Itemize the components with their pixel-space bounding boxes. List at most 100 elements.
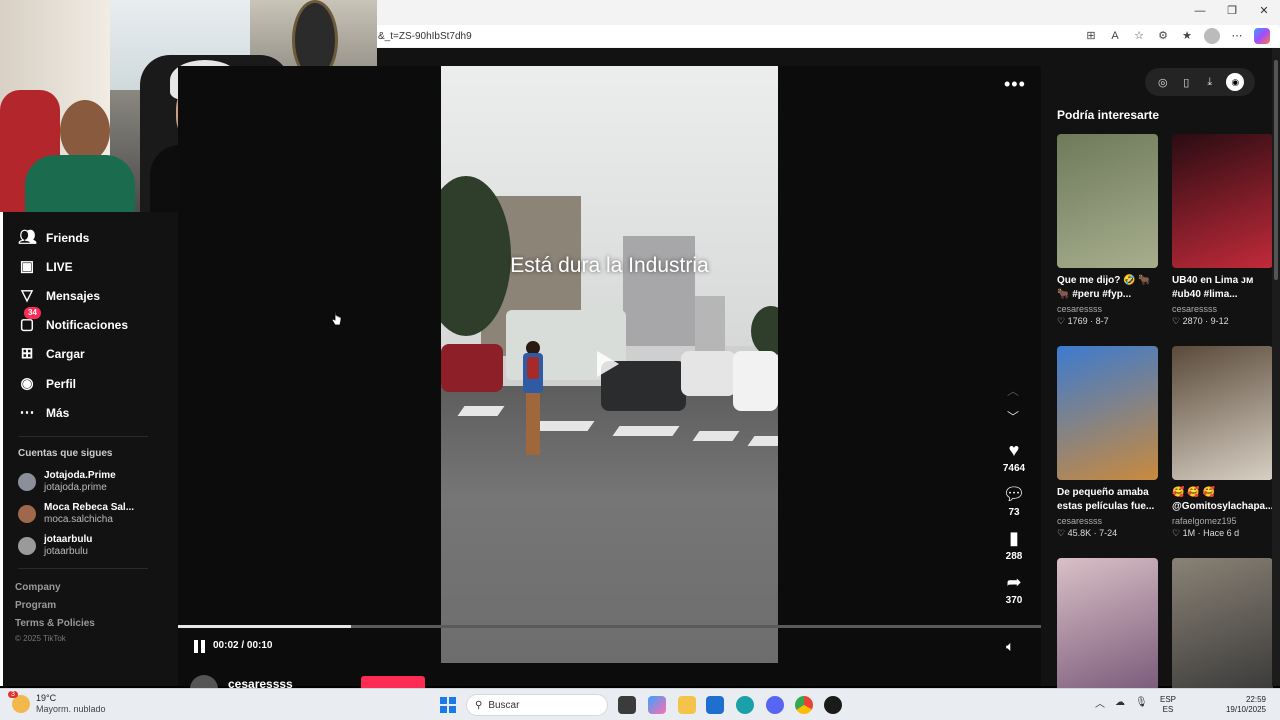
minimize-button[interactable]: — xyxy=(1184,0,1216,22)
share-button[interactable]: ➦ 370 xyxy=(996,571,1032,606)
address-bar[interactable]: &_t=ZS-90hIbSt7dh9 ⊞ A ☆ ⚙ ★ ⋯ xyxy=(370,25,1280,47)
weather-temp: 19°C xyxy=(36,693,57,703)
chrome-icon[interactable] xyxy=(795,696,813,714)
discord-icon[interactable] xyxy=(766,696,784,714)
cloud-icon[interactable]: ☁ xyxy=(1115,697,1125,708)
video-frame[interactable]: Está dura la Industria xyxy=(441,66,778,663)
sidebar-item-notifications[interactable]: ▢ 34 Notificaciones xyxy=(18,307,128,335)
recommendation-author[interactable]: rafaelgomez195 xyxy=(1172,516,1273,526)
app-icon[interactable] xyxy=(824,696,842,714)
windows-start-icon[interactable] xyxy=(440,697,456,713)
sidebar-item-more[interactable]: ⋯ Más xyxy=(18,403,70,423)
video-thumbnail[interactable] xyxy=(1172,558,1273,692)
video-thumbnail[interactable] xyxy=(1172,346,1273,480)
video-thumbnail[interactable] xyxy=(1172,134,1273,268)
edge-icon[interactable] xyxy=(736,696,754,714)
separator-dot: · xyxy=(1202,316,1211,326)
read-aloud-icon[interactable]: A xyxy=(1108,29,1122,43)
recommendation-card[interactable]: 🥰 🥰 🥰 @Gomitosylachapa... rafaelgomez195 ♡… xyxy=(1172,346,1273,539)
profile-avatar[interactable] xyxy=(1204,28,1220,44)
save-count: 288 xyxy=(1005,551,1023,562)
sidebar-item-profile[interactable]: ◉ Perfil xyxy=(18,374,76,394)
play-icon[interactable] xyxy=(597,351,619,377)
recommendation-title[interactable]: De pequeño amaba estas películas fue... xyxy=(1057,486,1158,514)
recommendation-author[interactable]: cesaressss xyxy=(1057,304,1158,314)
sidebar-item-label: Cargar xyxy=(46,347,85,361)
file-explorer-icon[interactable] xyxy=(678,696,696,714)
recommendation-card[interactable]: UB40 en Lima ᴊᴍ #ub40 #lima... cesaressss… xyxy=(1172,134,1273,327)
video-thumbnail[interactable] xyxy=(1057,346,1158,480)
recommendation-card[interactable] xyxy=(1057,558,1158,692)
video-thumbnail[interactable] xyxy=(1057,558,1158,692)
chevron-down-icon[interactable]: ﹀ xyxy=(1007,408,1019,425)
recommendation-title[interactable]: Que me dijo? 🤣 🐂 🐂 #peru #fyp... xyxy=(1057,274,1158,302)
recommendation-likes: 45.8K xyxy=(1067,528,1092,538)
recommendation-title[interactable]: 🥰 🥰 🥰 @Gomitosylachapa... xyxy=(1172,486,1273,514)
favorite-star-icon[interactable]: ☆ xyxy=(1132,29,1146,43)
extensions-icon[interactable]: ⚙ xyxy=(1156,29,1170,43)
upload-icon: ⊞ xyxy=(20,345,34,362)
weather-badge: 3 xyxy=(8,691,18,698)
friends-icon: 👥︎ xyxy=(18,229,38,246)
progress-bar[interactable] xyxy=(178,625,1041,628)
download-icon[interactable]: ⤓ xyxy=(1203,76,1217,89)
account-name: Jotajoda.Prime xyxy=(44,470,116,481)
weather-desc: Mayorm. nublado xyxy=(36,704,106,714)
store-icon[interactable] xyxy=(706,696,724,714)
footer-link-company[interactable]: Company xyxy=(15,582,61,593)
recommendation-date: 8-7 xyxy=(1095,316,1109,326)
recommendation-card[interactable] xyxy=(1172,558,1273,692)
device-icon[interactable]: ▯ xyxy=(1179,76,1193,89)
like-button[interactable]: ♥ 7464 xyxy=(996,439,1032,474)
avatar[interactable]: ◉ xyxy=(1226,73,1245,91)
pause-button[interactable] xyxy=(194,640,206,654)
save-button[interactable]: ▮ 288 xyxy=(996,527,1032,562)
footer-link-program[interactable]: Program xyxy=(15,600,56,611)
mouse-cursor xyxy=(332,312,342,326)
recommendation-card[interactable]: De pequeño amaba estas películas fue... c… xyxy=(1057,346,1158,539)
playback-time: 00:02 / 00:10 xyxy=(213,640,273,651)
recommendation-meta: ♡ 2870 · 9-12 xyxy=(1172,316,1273,327)
recommendation-title[interactable]: UB40 en Lima ᴊᴍ #ub40 #lima... xyxy=(1172,274,1273,302)
chevron-up-icon[interactable]: ︿ xyxy=(1095,695,1105,710)
app-install-icon[interactable]: ⊞ xyxy=(1084,29,1098,43)
recommendation-likes: 2870 xyxy=(1182,316,1203,326)
following-account[interactable]: Jotajoda.Prime jotajoda.prime xyxy=(18,470,116,494)
scrollbar-thumb[interactable] xyxy=(1274,60,1278,280)
close-window-button[interactable]: ✕ xyxy=(1248,0,1280,22)
microphone-icon[interactable]: 🎙︎ xyxy=(1135,697,1148,708)
heart-outline-icon: ♡ xyxy=(1057,316,1068,326)
account-handle: jotaarbulu xyxy=(44,546,88,557)
clock[interactable]: 22:59 19/10/2025 xyxy=(1220,695,1266,715)
following-account[interactable]: jotaarbulu jotaarbulu xyxy=(18,534,92,558)
recommendation-card[interactable]: Que me dijo? 🤣 🐂 🐂 #peru #fyp... cesaress… xyxy=(1057,134,1158,327)
sidebar-item-live[interactable]: ▣ LIVE xyxy=(18,257,73,277)
footer-link-terms[interactable]: Terms & Policies xyxy=(15,618,95,629)
more-options-icon[interactable]: ••• xyxy=(1004,74,1026,95)
video-thumbnail[interactable] xyxy=(1057,134,1158,268)
comment-button[interactable]: 💬︎ 73 xyxy=(996,483,1032,518)
coin-icon[interactable]: ◎ xyxy=(1156,76,1170,89)
chevron-up-icon[interactable]: ︿ xyxy=(1007,382,1019,399)
recommendation-author[interactable]: cesaressss xyxy=(1172,304,1273,314)
sidebar-item-messages[interactable]: ▽ Mensajes xyxy=(18,286,100,306)
favorites-icon[interactable]: ★ xyxy=(1180,29,1194,43)
browser-menu-icon[interactable]: ⋯ xyxy=(1230,29,1244,43)
language-indicator[interactable]: ESP ES xyxy=(1160,695,1176,715)
maximize-button[interactable]: ❐ xyxy=(1216,0,1248,22)
heart-outline-icon: ♡ xyxy=(1172,528,1183,538)
url-text[interactable]: &_t=ZS-90hIbSt7dh9 xyxy=(370,31,1084,42)
volume-icon[interactable]: 🔈︎ xyxy=(1006,638,1014,655)
weather-widget[interactable]: 3 19°C Mayorm. nublado xyxy=(8,691,106,715)
following-account[interactable]: Moca Rebeca Sal... moca.salchicha xyxy=(18,502,134,526)
taskbar-search[interactable]: ⚲ Buscar xyxy=(466,694,608,716)
sidebar-item-friends[interactable]: 👥︎ Friends xyxy=(18,228,89,248)
sidebar-item-upload[interactable]: ⊞ Cargar xyxy=(18,344,85,364)
task-view-icon[interactable] xyxy=(618,696,636,714)
recommendation-author[interactable]: cesaressss xyxy=(1057,516,1158,526)
sidebar-item-label: LIVE xyxy=(46,260,73,274)
following-title: Cuentas que sigues xyxy=(18,448,113,459)
sidebar-item-label: Más xyxy=(46,406,70,420)
copilot-app-icon[interactable] xyxy=(648,696,666,714)
copilot-icon[interactable] xyxy=(1254,28,1270,44)
